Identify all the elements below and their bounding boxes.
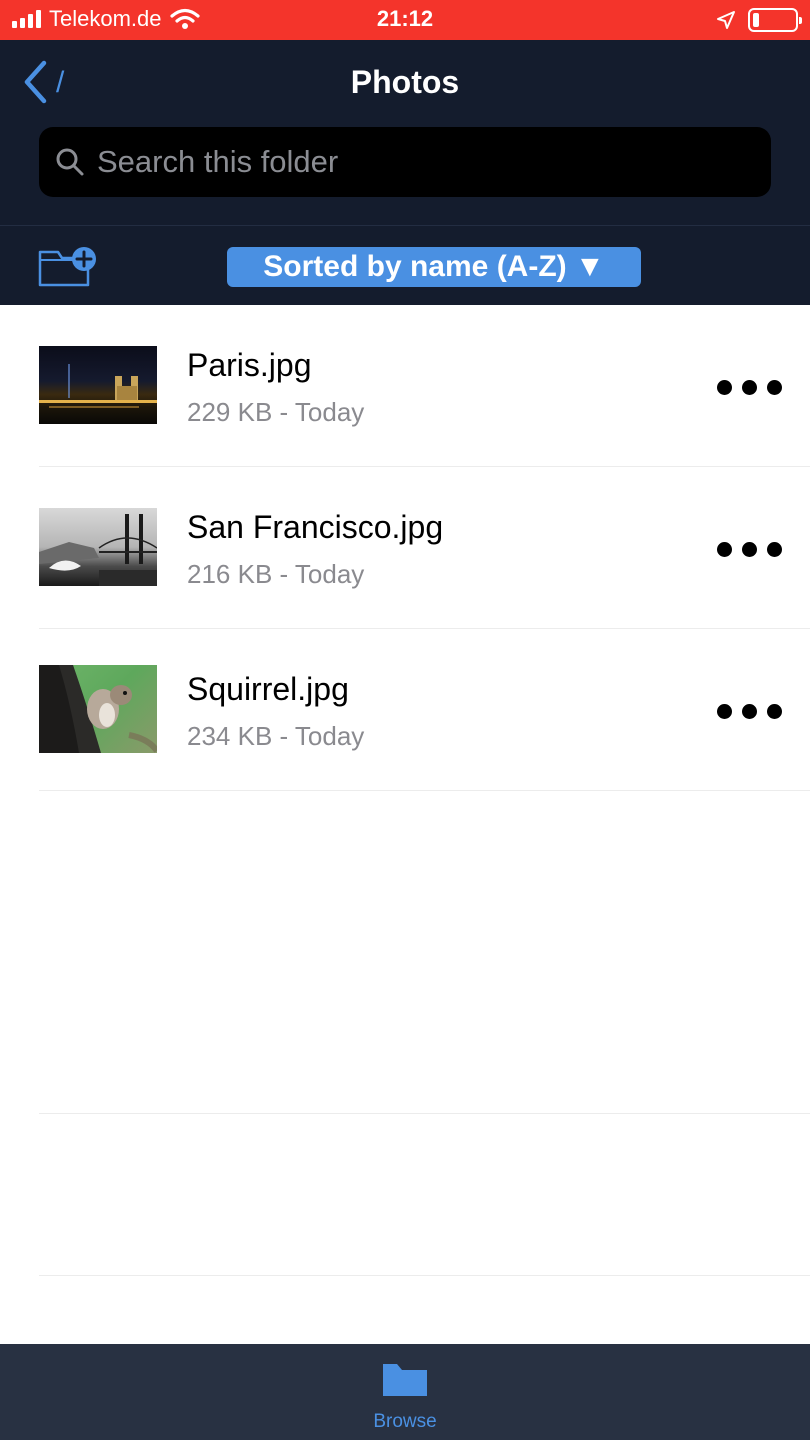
file-name: Squirrel.jpg bbox=[187, 671, 349, 707]
file-meta: 229 KB - Today bbox=[187, 397, 365, 427]
sort-button[interactable]: Sorted by name (A-Z) ▼ bbox=[227, 247, 641, 287]
empty-row-divider bbox=[39, 1113, 810, 1114]
location-arrow-icon bbox=[717, 11, 735, 29]
more-options-button[interactable] bbox=[717, 704, 782, 719]
row-divider bbox=[39, 790, 810, 791]
battery-level bbox=[753, 13, 759, 27]
file-row-squirrel[interactable]: Squirrel.jpg 234 KB - Today bbox=[0, 629, 810, 791]
battery-icon bbox=[748, 8, 802, 32]
file-row-paris[interactable]: Paris.jpg 229 KB - Today bbox=[0, 305, 810, 467]
page-title: Photos bbox=[350, 64, 460, 100]
more-options-button[interactable] bbox=[717, 380, 782, 395]
file-row-san-francisco[interactable]: San Francisco.jpg 216 KB - Today bbox=[0, 467, 810, 629]
toolbar: Sorted by name (A-Z) ▼ bbox=[0, 225, 810, 305]
more-options-button[interactable] bbox=[717, 542, 782, 557]
new-folder-icon bbox=[38, 247, 96, 287]
file-list: Paris.jpg 229 KB - Today San Francisco.j… bbox=[0, 305, 810, 791]
empty-row-divider bbox=[39, 1275, 810, 1276]
tab-browse[interactable]: Browse bbox=[345, 1360, 465, 1433]
search-bar[interactable] bbox=[39, 127, 771, 197]
search-icon bbox=[56, 148, 84, 176]
folder-icon bbox=[383, 1364, 427, 1396]
file-meta: 216 KB - Today bbox=[187, 559, 365, 589]
tab-browse-label: Browse bbox=[373, 1411, 437, 1432]
san-francisco-thumbnail bbox=[39, 508, 157, 586]
file-name: Paris.jpg bbox=[187, 347, 312, 383]
status-time: 21:12 bbox=[376, 6, 434, 31]
status-bar: Telekom.de 21:12 bbox=[0, 0, 810, 40]
new-folder-button[interactable] bbox=[38, 244, 100, 293]
squirrel-thumbnail bbox=[39, 665, 157, 753]
search-input[interactable] bbox=[97, 144, 737, 180]
status-right bbox=[716, 8, 802, 32]
file-meta: 234 KB - Today bbox=[187, 721, 365, 751]
navigation-header: / Photos bbox=[0, 40, 810, 225]
paris-thumbnail bbox=[39, 346, 157, 424]
tab-bar: Browse bbox=[0, 1344, 810, 1440]
file-name: San Francisco.jpg bbox=[187, 509, 444, 545]
